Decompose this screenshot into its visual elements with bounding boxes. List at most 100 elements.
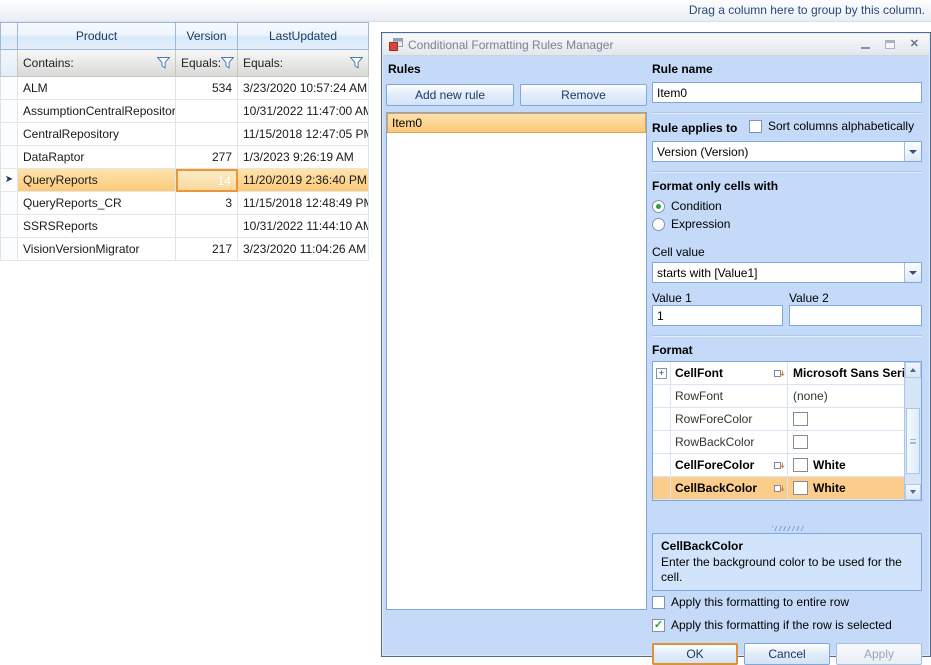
cell-version[interactable] <box>176 123 238 146</box>
apply-entire-row-checkbox[interactable]: Apply this formatting to entire row <box>652 595 849 609</box>
cell-lastupdated[interactable]: 11/15/2018 12:48:49 PM <box>238 192 369 215</box>
cell-lastupdated[interactable]: 10/31/2022 11:47:00 AM <box>238 100 369 123</box>
dialog-titlebar[interactable]: Conditional Formatting Rules Manager ✕ <box>383 34 929 56</box>
cell-version[interactable] <box>176 100 238 123</box>
scroll-down-icon[interactable] <box>905 484 921 500</box>
scrollbar[interactable] <box>904 362 921 500</box>
table-row[interactable]: QueryReports_CR 3 11/15/2018 12:48:49 PM <box>0 192 369 215</box>
rule-settings-panel: Rule name Rule applies to Sort columns a… <box>652 56 922 665</box>
table-row[interactable]: ALM 534 3/23/2020 10:57:24 AM <box>0 77 369 100</box>
table-row[interactable]: DataRaptor 277 1/3/2023 9:26:19 AM <box>0 146 369 169</box>
expand-icon[interactable]: + <box>656 367 667 379</box>
conditional-formatting-dialog: Conditional Formatting Rules Manager ✕ R… <box>381 32 931 665</box>
property-row-cellfont[interactable]: + CellFont Microsoft Sans Serif, <box>653 362 904 385</box>
checkbox-unchecked[interactable] <box>749 119 762 133</box>
cell-product[interactable]: VisionVersionMigrator <box>18 238 176 261</box>
expression-radio[interactable]: Expression <box>652 217 730 231</box>
apply-button[interactable]: Apply <box>836 643 922 665</box>
table-row[interactable]: AssumptionCentralRepository 10/31/2022 1… <box>0 100 369 123</box>
cell-version-focused[interactable]: 14 <box>176 169 238 192</box>
filter-icon[interactable] <box>157 57 170 69</box>
cell-version[interactable]: 3 <box>176 192 238 215</box>
add-new-rule-button[interactable]: Add new rule <box>386 84 514 106</box>
list-item-rule-selected[interactable]: Item0 <box>387 113 646 133</box>
table-row-selected[interactable]: ➤ QueryReports 14 11/20/2019 2:36:40 PM <box>0 169 369 192</box>
checkbox-unchecked[interactable] <box>652 595 665 609</box>
column-header-product[interactable]: Product <box>18 22 176 50</box>
column-header-lastupdated[interactable]: LastUpdated <box>238 22 369 50</box>
cell-value-dropdown-value: starts with [Value1] <box>657 265 758 280</box>
maximize-icon[interactable] <box>884 40 895 49</box>
column-header-version[interactable]: Version <box>176 22 238 50</box>
property-row-rowfont[interactable]: RowFont (none) <box>653 385 904 408</box>
table-row[interactable]: CentralRepository 11/15/2018 12:47:05 PM <box>0 123 369 146</box>
cell-product[interactable]: QueryReports_CR <box>18 192 176 215</box>
filter-version[interactable]: Equals: <box>176 50 238 77</box>
property-name: RowForeColor <box>675 412 753 426</box>
property-row-rowforecolor[interactable]: RowForeColor <box>653 408 904 431</box>
row-indicator <box>0 100 18 123</box>
color-swatch[interactable] <box>793 458 808 472</box>
value2-input[interactable] <box>789 305 922 326</box>
property-row-cellforecolor[interactable]: CellForeColor White <box>653 454 904 477</box>
cell-product[interactable]: ALM <box>18 77 176 100</box>
sort-columns-checkbox[interactable]: Sort columns alphabetically <box>749 119 914 133</box>
cell-lastupdated[interactable]: 11/15/2018 12:47:05 PM <box>238 123 369 146</box>
resize-grip-icon[interactable] <box>772 526 804 531</box>
table-row[interactable]: SSRSReports 10/31/2022 11:44:10 AM <box>0 215 369 238</box>
reset-value-icon[interactable] <box>774 460 785 471</box>
cell-version[interactable] <box>176 215 238 238</box>
row-indicator-header[interactable] <box>0 22 18 50</box>
chevron-down-icon[interactable] <box>904 263 921 282</box>
filter-icon[interactable] <box>221 57 235 69</box>
cell-lastupdated[interactable]: 1/3/2023 9:26:19 AM <box>238 146 369 169</box>
value1-input[interactable] <box>652 305 783 326</box>
cell-lastupdated[interactable]: 10/31/2022 11:44:10 AM <box>238 215 369 238</box>
radio-unselected-icon[interactable] <box>652 217 665 231</box>
checkbox-checked[interactable]: ✓ <box>652 618 665 632</box>
ok-button[interactable]: OK <box>652 643 738 665</box>
separator <box>652 171 922 173</box>
apply-if-selected-label: Apply this formatting if the row is sele… <box>671 618 892 632</box>
cell-product[interactable]: AssumptionCentralRepository <box>18 100 176 123</box>
cell-lastupdated[interactable]: 3/23/2020 11:04:26 AM <box>238 238 369 261</box>
rule-name-label: Rule name <box>652 62 713 76</box>
property-row-cellbackcolor-selected[interactable]: CellBackColor White <box>653 477 904 500</box>
property-row-rowbackcolor[interactable]: RowBackColor <box>653 431 904 454</box>
color-swatch[interactable] <box>793 481 808 495</box>
cell-version[interactable]: 534 <box>176 77 238 100</box>
filter-icon[interactable] <box>350 57 363 69</box>
table-row[interactable]: VisionVersionMigrator 217 3/23/2020 11:0… <box>0 238 369 261</box>
cell-version[interactable]: 277 <box>176 146 238 169</box>
cell-product[interactable]: CentralRepository <box>18 123 176 146</box>
cell-product[interactable]: SSRSReports <box>18 215 176 238</box>
scroll-up-icon[interactable] <box>905 362 921 378</box>
cell-lastupdated[interactable]: 11/20/2019 2:36:40 PM <box>238 169 369 192</box>
filter-lastupdated[interactable]: Equals: <box>238 50 369 77</box>
remove-rule-button[interactable]: Remove <box>520 84 647 106</box>
dialog-title: Conditional Formatting Rules Manager <box>408 37 614 52</box>
scrollbar-thumb[interactable] <box>906 408 920 474</box>
cell-product[interactable]: DataRaptor <box>18 146 176 169</box>
condition-radio[interactable]: Condition <box>652 199 722 213</box>
group-by-panel[interactable]: Drag a column here to group by this colu… <box>0 0 931 22</box>
minimize-icon[interactable] <box>860 41 870 49</box>
color-swatch[interactable] <box>793 435 808 449</box>
cancel-button[interactable]: Cancel <box>744 643 830 665</box>
reset-value-icon[interactable] <box>774 483 785 494</box>
reset-value-icon[interactable] <box>774 368 785 379</box>
filter-product[interactable]: Contains: <box>18 50 176 77</box>
rule-name-input[interactable] <box>652 82 922 103</box>
cell-product[interactable]: QueryReports <box>18 169 176 192</box>
row-indicator <box>0 192 18 215</box>
color-swatch[interactable] <box>793 412 808 426</box>
cell-version[interactable]: 217 <box>176 238 238 261</box>
chevron-down-icon[interactable] <box>904 142 921 161</box>
cell-value-dropdown[interactable]: starts with [Value1] <box>652 262 922 283</box>
apply-if-selected-checkbox[interactable]: ✓ Apply this formatting if the row is se… <box>652 618 892 632</box>
rule-applies-dropdown[interactable]: Version (Version) <box>652 141 922 162</box>
radio-selected-icon[interactable] <box>652 199 665 213</box>
close-icon[interactable]: ✕ <box>910 39 919 50</box>
rules-list[interactable]: Item0 <box>386 112 647 610</box>
cell-lastupdated[interactable]: 3/23/2020 10:57:24 AM <box>238 77 369 100</box>
